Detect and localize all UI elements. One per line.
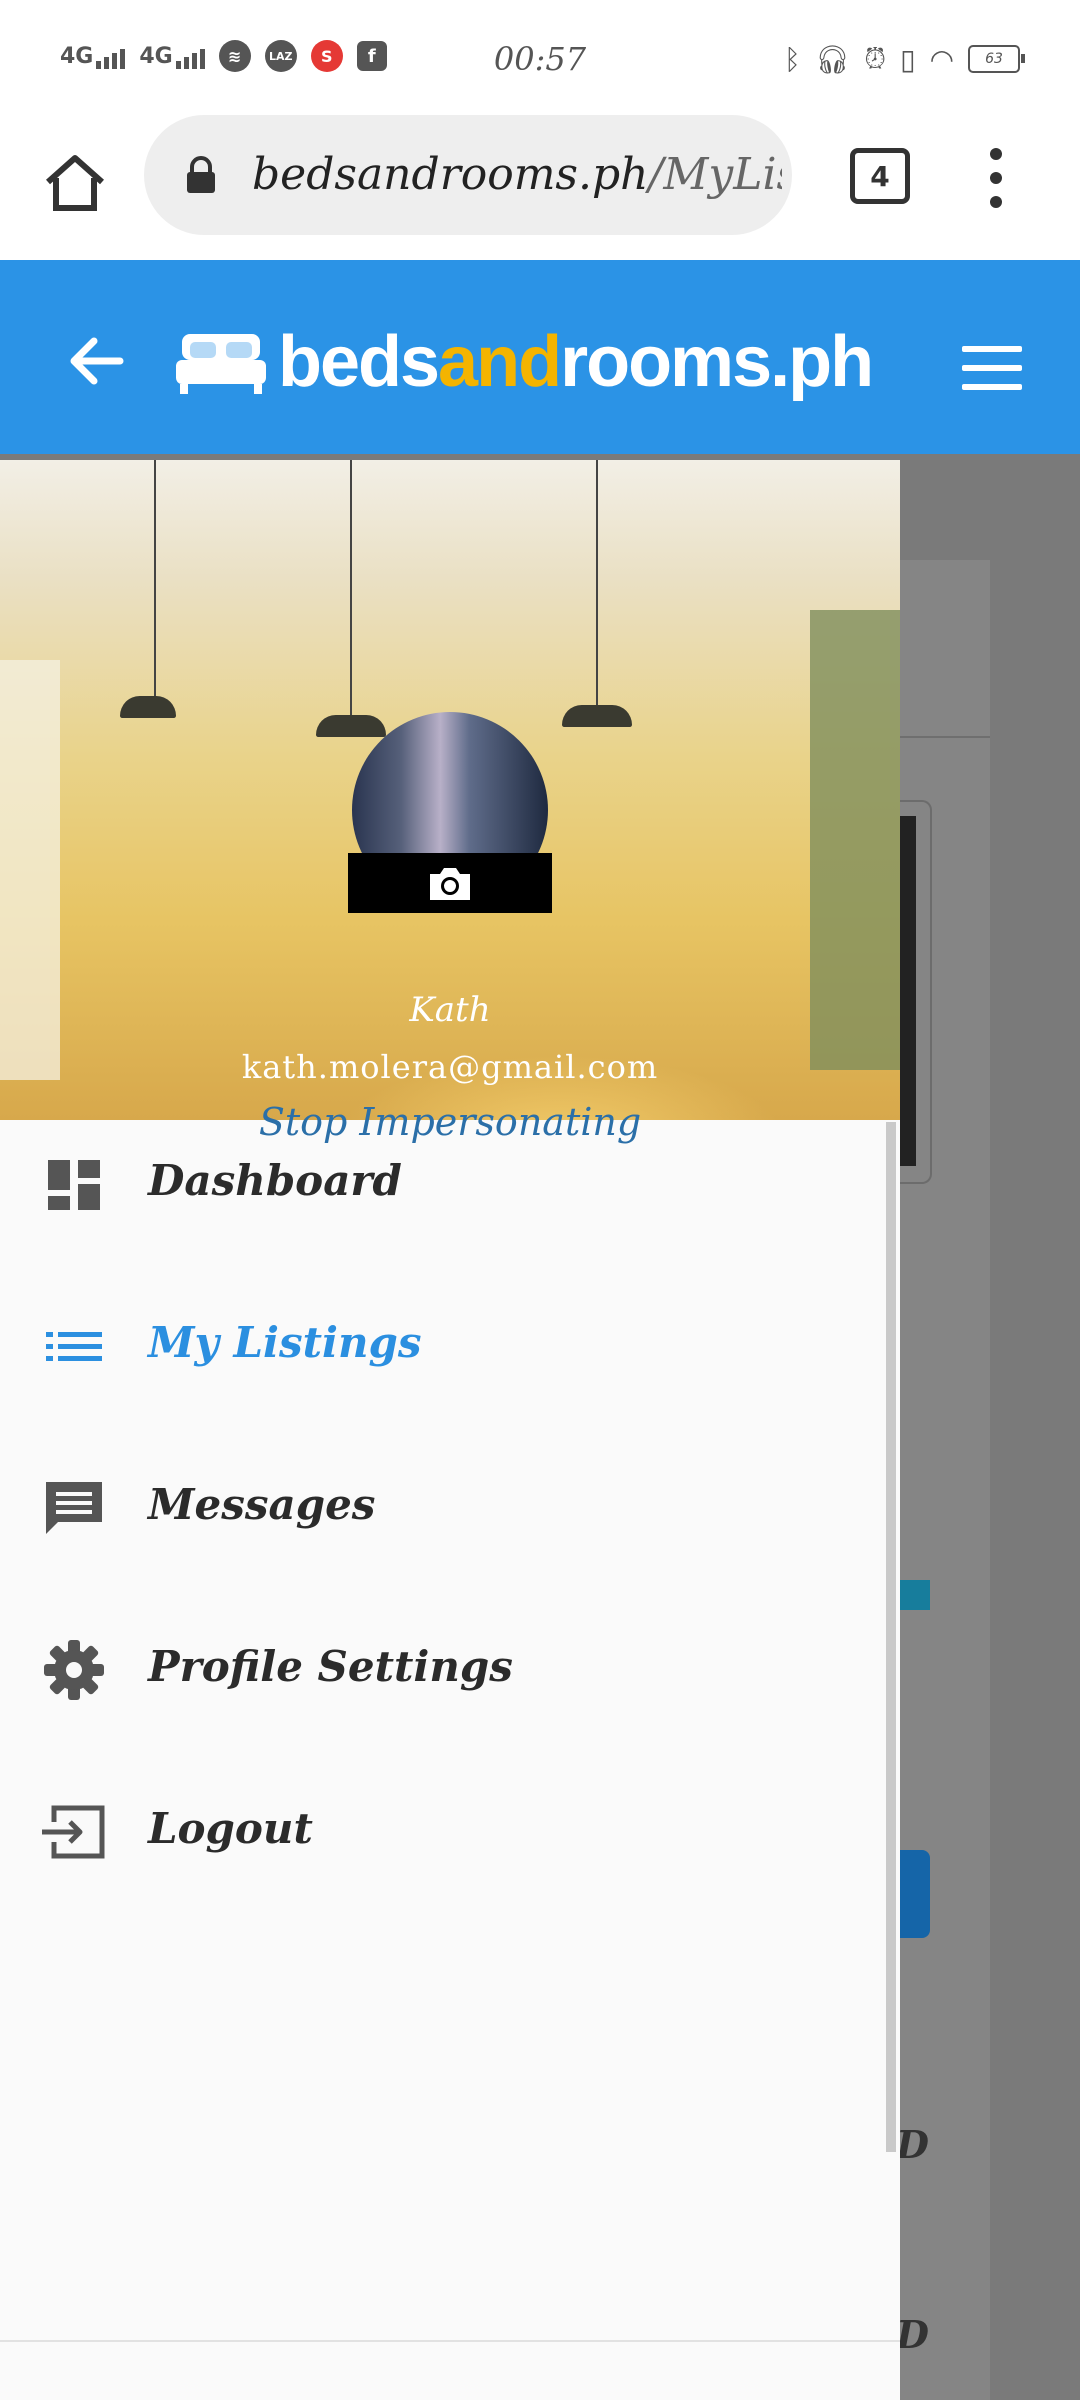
dashboard-icon <box>48 1160 100 1210</box>
drawer-bottom-divider <box>0 2340 900 2342</box>
background-text-2: D <box>896 2312 929 2357</box>
list-icon <box>46 1332 102 1361</box>
gear-icon <box>44 1640 104 1700</box>
tab-switcher-button[interactable]: 4 <box>850 148 910 204</box>
alarm-icon: ⏰︎ <box>864 42 887 75</box>
battery-level: 63 <box>985 51 1003 67</box>
status-bar: 4G 4G ≋ LAZ S f 00:57 ᛒ 🎧︎ ⏰︎ ▯ ◠ 63 <box>0 0 1080 120</box>
background-button <box>900 1850 930 1938</box>
hamburger-menu-button[interactable] <box>962 346 1022 390</box>
menu-item-logout[interactable]: Logout <box>0 1768 880 1888</box>
browser-menu-button[interactable] <box>984 148 1008 208</box>
background-card <box>900 800 932 1184</box>
menu-item-profile-settings[interactable]: Profile Settings <box>0 1606 880 1726</box>
home-button[interactable] <box>40 148 110 218</box>
nav-drawer: Kath kath.molera@gmail.com Stop Imperson… <box>0 460 900 2400</box>
bluetooth-icon: ᛒ <box>783 42 801 76</box>
url-path: /MyLis <box>648 149 783 200</box>
lock-icon <box>187 156 215 193</box>
profile-email: kath.molera@gmail.com <box>241 1048 659 1086</box>
background-text-1: D <box>896 2122 929 2167</box>
menu-label-dashboard: Dashboard <box>148 1156 402 1205</box>
home-icon <box>46 155 104 211</box>
logo-and: and <box>438 322 562 402</box>
site-logo[interactable]: bedsandrooms.ph <box>176 321 874 403</box>
menu-label-my-listings: My Listings <box>148 1318 422 1367</box>
change-photo-button[interactable] <box>348 853 552 913</box>
vibrate-icon: ▯ <box>900 42 916 76</box>
back-arrow-icon <box>70 337 124 385</box>
menu-label-logout: Logout <box>148 1804 313 1853</box>
drawer-scrollbar[interactable] <box>886 1122 896 2152</box>
menu-label-messages: Messages <box>148 1480 376 1529</box>
battery-icon: 63 <box>968 45 1025 73</box>
logo-rooms: rooms.ph <box>560 322 874 402</box>
background-divider <box>900 736 990 738</box>
back-button[interactable] <box>66 336 126 386</box>
headphones-icon: 🎧︎ <box>814 42 851 76</box>
url-text: bedsandrooms.ph/MyLis <box>252 149 782 200</box>
background-badge <box>900 1580 930 1610</box>
site-header: bedsandrooms.ph <box>0 260 1080 454</box>
menu-item-messages[interactable]: Messages <box>0 1444 880 1564</box>
browser-toolbar: bedsandrooms.ph/MyLis 4 <box>0 115 1080 260</box>
logout-icon <box>42 1805 105 1859</box>
address-bar[interactable]: bedsandrooms.ph/MyLis <box>144 115 792 235</box>
menu-item-my-listings[interactable]: My Listings <box>0 1282 880 1402</box>
logo-text: bedsandrooms.ph <box>278 321 874 403</box>
menu-item-dashboard[interactable]: Dashboard <box>0 1120 880 1240</box>
wifi-icon: ◠ <box>929 42 954 76</box>
bed-icon <box>176 334 266 394</box>
menu-label-profile-settings: Profile Settings <box>148 1642 513 1691</box>
url-domain: bedsandrooms.ph <box>252 149 649 200</box>
camera-icon <box>430 868 470 900</box>
message-icon <box>46 1482 102 1534</box>
profile-name: Kath <box>409 990 491 1030</box>
status-icons-right: ᛒ 🎧︎ ⏰︎ ▯ ◠ 63 <box>783 42 1025 76</box>
logo-beds: beds <box>278 322 440 402</box>
